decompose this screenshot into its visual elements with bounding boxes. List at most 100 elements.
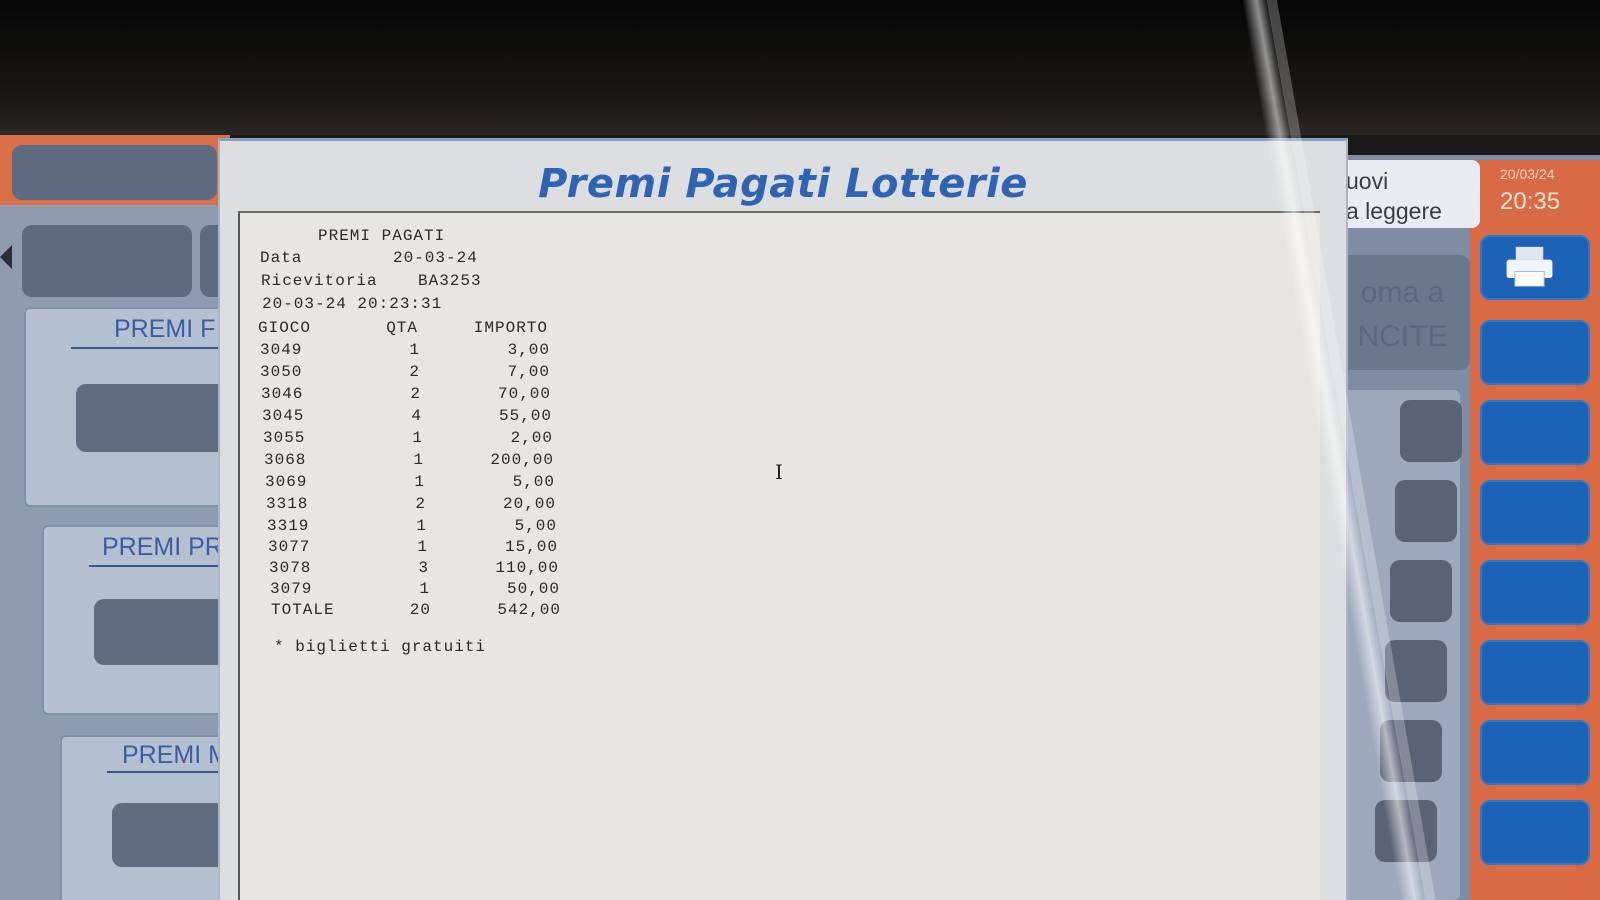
ricevitoria-value: BA3253 [418,272,482,290]
receipt-columns: GIOCO QTA IMPORTO [258,319,558,341]
clock: 20/03/24 20:35 [1490,160,1600,230]
receipt-total-row: TOTALE 20 542,00 [271,601,571,623]
row-gioco: 3049 [260,341,303,359]
row-qta: 2 [409,363,420,381]
row-gioco: 3078 [269,559,312,577]
receipt-data-line: Data 20-03-24 [260,249,477,267]
big-menu-button-line-1: oma a [1360,276,1445,309]
row-importo: 200,00 [490,451,554,469]
side-button-4[interactable] [1480,560,1590,625]
row-gioco: 3079 [270,580,313,598]
row-qta: 1 [419,580,430,598]
total-importo: 542,00 [497,601,561,619]
premi-card-title: PREMI PR [102,533,223,561]
receipt-viewer[interactable]: PREMI PAGATI Data 20-03-24 Ricevitoria B… [238,211,1320,900]
premi-card-title: PREMI F [114,315,216,343]
text-cursor-icon: I [775,460,783,484]
clock-time: 20:35 [1500,188,1561,215]
premi-pagati-dialog: Premi Pagati Lotterie PREMI PAGATI Data … [218,138,1348,900]
row-qta: 1 [413,451,424,469]
row-qta: 1 [409,341,420,359]
keypad-button[interactable] [1395,480,1457,542]
side-button-6[interactable] [1480,720,1590,785]
keypad-button[interactable] [1390,560,1452,622]
receipt-row: 3045 4 55,00 [262,407,562,429]
data-value: 20-03-24 [393,249,478,267]
keypad-button[interactable] [1385,640,1447,702]
row-importo: 5,00 [512,473,555,491]
receipt-ricevitoria-line: Ricevitoria BA3253 [261,272,481,290]
row-gioco: 3046 [261,385,304,403]
row-gioco: 3055 [263,429,306,447]
row-gioco: 3319 [267,517,310,535]
receipt-row: 3055 1 2,00 [263,429,563,451]
row-gioco: 3318 [266,495,309,513]
receipt-note: * biglietti gratuiti [274,638,487,656]
row-importo: 5,00 [514,517,557,535]
row-gioco: 3045 [262,407,305,425]
receipt-datetime: 20-03-24 20:23:31 [262,295,443,313]
receipt-row: 3318 2 20,00 [266,495,566,517]
messages-line-2: a leggere [1346,198,1442,224]
total-label: TOTALE [271,601,335,619]
receipt-row: 3319 1 5,00 [267,517,567,539]
big-menu-button[interactable]: oma a NCITE [1335,255,1470,370]
receipt-row: 3069 1 5,00 [265,473,565,495]
row-qta: 1 [417,538,428,556]
column-importo: IMPORTO [473,319,548,337]
keypad-button[interactable] [1380,720,1442,782]
row-importo: 20,00 [502,495,556,513]
receipt-row: 3077 1 15,00 [268,538,568,560]
printer-icon [1506,246,1553,287]
row-qta: 4 [411,407,422,425]
column-qta: QTA [386,319,418,337]
side-button-3[interactable] [1480,480,1590,545]
big-menu-button-line-2: NCITE [1357,320,1448,353]
messages-box[interactable]: uovi a leggere [1340,160,1480,228]
ricevitoria-label: Ricevitoria [261,272,378,290]
row-importo: 7,00 [507,363,550,381]
row-importo: 70,00 [497,385,551,403]
print-button[interactable] [1480,235,1590,300]
messages-line-1: uovi [1346,168,1389,194]
side-button-2[interactable] [1480,400,1590,465]
row-gioco: 3050 [260,363,303,381]
row-qta: 2 [415,495,426,513]
row-importo: 55,00 [498,407,552,425]
row-qta: 1 [412,429,423,447]
terminal-screen: { "dialog": { "title": "Premi Pagati Lot… [0,0,1600,900]
side-button-7[interactable] [1480,800,1590,865]
receipt-row: 3049 1 3,00 [260,341,560,363]
monitor-bezel [0,0,1600,135]
top-left-button[interactable] [12,145,217,200]
column-gioco: GIOCO [258,319,312,337]
clock-date: 20/03/24 [1500,166,1555,182]
row-qta: 1 [414,473,425,491]
left-menu-button[interactable] [22,225,192,297]
row-importo: 3,00 [507,341,550,359]
row-qta: 3 [418,559,429,577]
row-gioco: 3077 [268,538,311,556]
scroll-left-arrow-icon[interactable] [0,245,12,269]
receipt-row: 3068 1 200,00 [264,451,564,473]
keypad-button[interactable] [1375,800,1437,862]
side-button-5[interactable] [1480,640,1590,705]
dialog-title: Premi Pagati Lotterie [538,161,1028,207]
receipt-row: 3046 2 70,00 [261,385,561,407]
total-qta: 20 [409,601,431,619]
row-gioco: 3068 [264,451,307,469]
keypad-button[interactable] [1400,400,1462,462]
side-button-1[interactable] [1480,320,1590,385]
receipt-row: 3078 3 110,00 [269,559,569,581]
data-label: Data [260,249,303,267]
receipt-row: 3050 2 7,00 [260,363,560,385]
row-importo: 15,00 [504,538,558,556]
receipt-header: PREMI PAGATI [318,227,446,245]
row-gioco: 3069 [265,473,308,491]
row-importo: 110,00 [495,559,559,577]
row-qta: 1 [416,517,427,535]
row-importo: 2,00 [510,429,553,447]
row-importo: 50,00 [506,580,560,598]
row-qta: 2 [410,385,421,403]
receipt-row: 3079 1 50,00 [270,580,570,602]
